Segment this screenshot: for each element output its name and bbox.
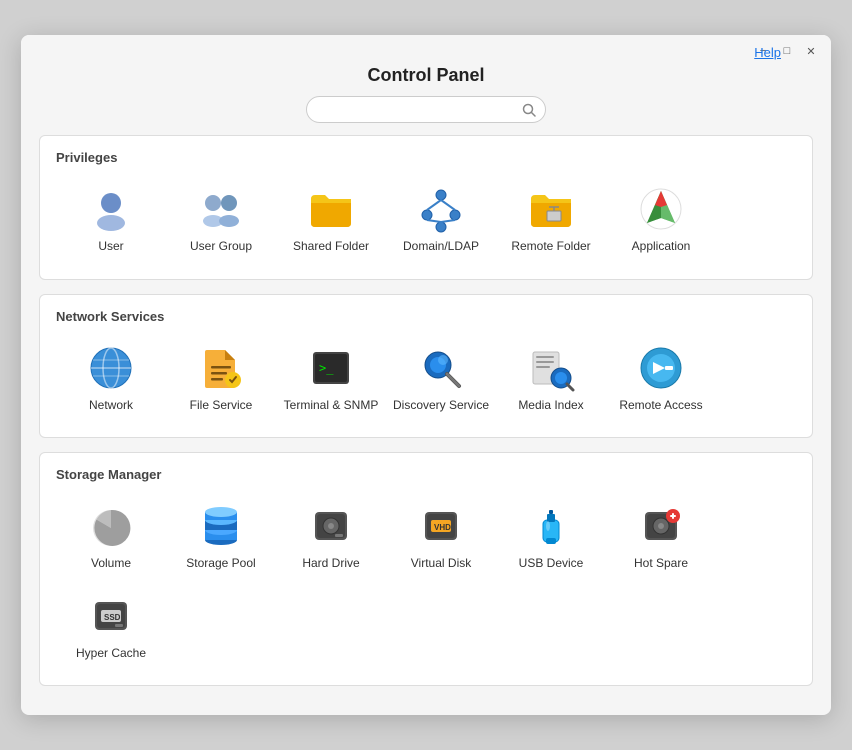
domain-ldap-label: Domain/LDAP <box>403 239 479 255</box>
item-user-group[interactable]: User Group <box>166 179 276 261</box>
terminal-snmp-icon: >_ <box>307 344 355 392</box>
hard-drive-icon <box>307 502 355 550</box>
search-input[interactable] <box>306 96 546 123</box>
terminal-snmp-label: Terminal & SNMP <box>284 398 379 414</box>
search-bar <box>21 96 831 123</box>
item-hard-drive[interactable]: Hard Drive <box>276 496 386 578</box>
user-group-label: User Group <box>190 239 252 255</box>
hard-drive-label: Hard Drive <box>302 556 359 572</box>
section-privileges: Privileges User <box>39 135 813 280</box>
storage-manager-grid: Volume <box>56 496 796 667</box>
svg-text:VHD: VHD <box>434 523 451 532</box>
section-network-services-title: Network Services <box>56 309 796 324</box>
item-hyper-cache[interactable]: SSD Hyper Cache <box>56 586 166 668</box>
help-link[interactable]: Help <box>754 45 781 60</box>
search-input-wrap <box>306 96 546 123</box>
section-privileges-title: Privileges <box>56 150 796 165</box>
application-label: Application <box>632 239 691 255</box>
discovery-service-icon <box>417 344 465 392</box>
discovery-service-label: Discovery Service <box>393 398 489 414</box>
domain-ldap-icon <box>417 185 465 233</box>
network-icon <box>87 344 135 392</box>
item-usb-device[interactable]: USB Device <box>496 496 606 578</box>
main-content: Privileges User <box>21 135 831 715</box>
network-label: Network <box>89 398 133 414</box>
item-storage-pool[interactable]: Storage Pool <box>166 496 276 578</box>
item-hot-spare[interactable]: Hot Spare <box>606 496 716 578</box>
storage-pool-icon <box>197 502 245 550</box>
privileges-grid: User User Group <box>56 179 796 261</box>
remote-folder-icon <box>527 185 575 233</box>
shared-folder-label: Shared Folder <box>293 239 369 255</box>
hot-spare-label: Hot Spare <box>634 556 688 572</box>
item-network[interactable]: Network <box>56 338 166 420</box>
item-terminal-snmp[interactable]: >_ Terminal & SNMP <box>276 338 386 420</box>
usb-device-icon <box>527 502 575 550</box>
page-title: Control Panel <box>21 65 831 86</box>
volume-label: Volume <box>91 556 131 572</box>
search-icon <box>522 103 536 117</box>
item-domain-ldap[interactable]: Domain/LDAP <box>386 179 496 261</box>
hyper-cache-icon: SSD <box>87 592 135 640</box>
hyper-cache-label: Hyper Cache <box>76 646 146 662</box>
virtual-disk-label: Virtual Disk <box>411 556 471 572</box>
item-user[interactable]: User <box>56 179 166 261</box>
item-shared-folder[interactable]: Shared Folder <box>276 179 386 261</box>
shared-folder-icon <box>307 185 355 233</box>
file-service-icon <box>197 344 245 392</box>
application-icon <box>637 185 685 233</box>
user-label: User <box>98 239 123 255</box>
svg-text:>_: >_ <box>319 361 334 375</box>
virtual-disk-icon: VHD <box>417 502 465 550</box>
window-header: Control Panel <box>21 63 831 96</box>
main-window: Help − □ ✕ Control Panel Privileges <box>21 35 831 715</box>
network-services-grid: Network F <box>56 338 796 420</box>
item-remote-folder[interactable]: Remote Folder <box>496 179 606 261</box>
storage-pool-label: Storage Pool <box>186 556 255 572</box>
svg-text:SSD: SSD <box>104 613 121 622</box>
section-storage-manager-title: Storage Manager <box>56 467 796 482</box>
file-service-label: File Service <box>190 398 253 414</box>
user-group-icon <box>197 185 245 233</box>
user-icon <box>87 185 135 233</box>
restore-button[interactable]: □ <box>779 43 795 59</box>
item-media-index[interactable]: Media Index <box>496 338 606 420</box>
remote-access-icon <box>637 344 685 392</box>
item-discovery-service[interactable]: Discovery Service <box>386 338 496 420</box>
close-button[interactable]: ✕ <box>803 43 819 59</box>
item-virtual-disk[interactable]: VHD Virtual Disk <box>386 496 496 578</box>
media-index-label: Media Index <box>518 398 583 414</box>
remote-folder-label: Remote Folder <box>511 239 590 255</box>
section-storage-manager: Storage Manager Volume <box>39 452 813 686</box>
media-index-icon <box>527 344 575 392</box>
item-file-service[interactable]: File Service <box>166 338 276 420</box>
item-application[interactable]: Application <box>606 179 716 261</box>
usb-device-label: USB Device <box>519 556 584 572</box>
hot-spare-icon <box>637 502 685 550</box>
item-volume[interactable]: Volume <box>56 496 166 578</box>
title-bar: Help − □ ✕ <box>21 35 831 63</box>
item-remote-access[interactable]: Remote Access <box>606 338 716 420</box>
remote-access-label: Remote Access <box>619 398 702 414</box>
volume-icon <box>87 502 135 550</box>
section-network-services: Network Services Network <box>39 294 813 439</box>
